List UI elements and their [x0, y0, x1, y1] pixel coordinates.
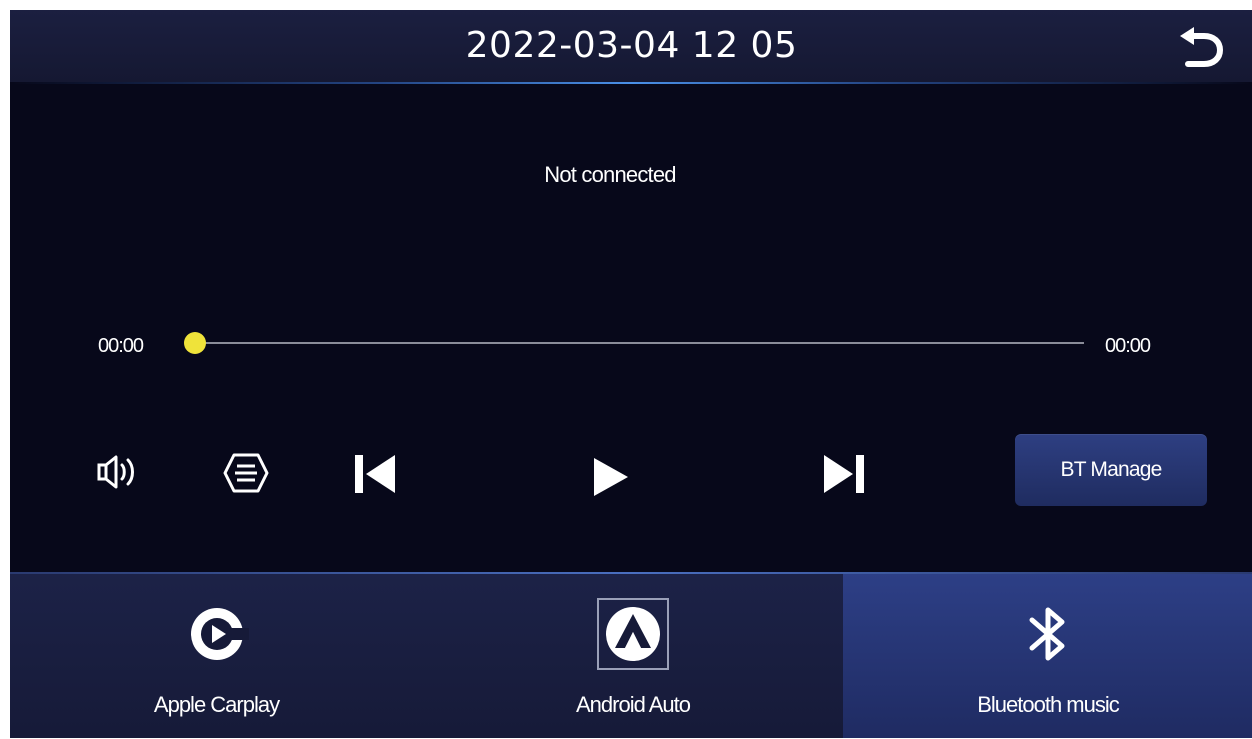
- total-time: 00:00: [1105, 335, 1151, 357]
- play-button[interactable]: [590, 456, 632, 498]
- progress-bar[interactable]: [196, 342, 1084, 344]
- tab-apple-carplay[interactable]: Apple Carplay: [10, 574, 423, 738]
- back-arrow-icon: [1180, 27, 1224, 67]
- tab-label-android-auto: Android Auto: [576, 692, 691, 717]
- volume-icon: [97, 455, 134, 489]
- connection-status: Not connected: [544, 162, 676, 187]
- next-track-icon: [824, 455, 864, 493]
- source-tabs: Apple Carplay Android Auto Bluetooth mus…: [10, 574, 1252, 738]
- header-divider: [10, 82, 1252, 84]
- volume-button[interactable]: [96, 452, 142, 492]
- elapsed-time: 00:00: [98, 335, 144, 357]
- android-auto-icon: [597, 598, 669, 670]
- tab-label-apple-carplay: Apple Carplay: [153, 692, 280, 717]
- list-icon: [223, 453, 269, 493]
- date-time: 2022-03-04 12 05: [465, 25, 798, 66]
- tab-bluetooth-music[interactable]: Bluetooth music: [843, 574, 1252, 738]
- back-button[interactable]: [1172, 24, 1230, 72]
- next-track-button[interactable]: [820, 453, 866, 495]
- carplay-icon: [190, 608, 249, 660]
- bluetooth-music-screen: 2022-03-04 12 05 Not connected 00:00 00:…: [10, 10, 1252, 738]
- playlist-button[interactable]: [222, 450, 270, 496]
- bt-manage-button[interactable]: BT Manage: [1015, 434, 1207, 506]
- previous-track-icon: [355, 455, 395, 493]
- tab-android-auto[interactable]: Android Auto: [423, 574, 843, 738]
- progress-knob[interactable]: [184, 332, 206, 354]
- header-bar: 2022-03-04 12 05: [10, 10, 1252, 82]
- bluetooth-icon: [1029, 607, 1065, 661]
- play-icon: [594, 458, 628, 496]
- previous-track-button[interactable]: [353, 453, 399, 495]
- tab-label-bluetooth-music: Bluetooth music: [977, 692, 1120, 717]
